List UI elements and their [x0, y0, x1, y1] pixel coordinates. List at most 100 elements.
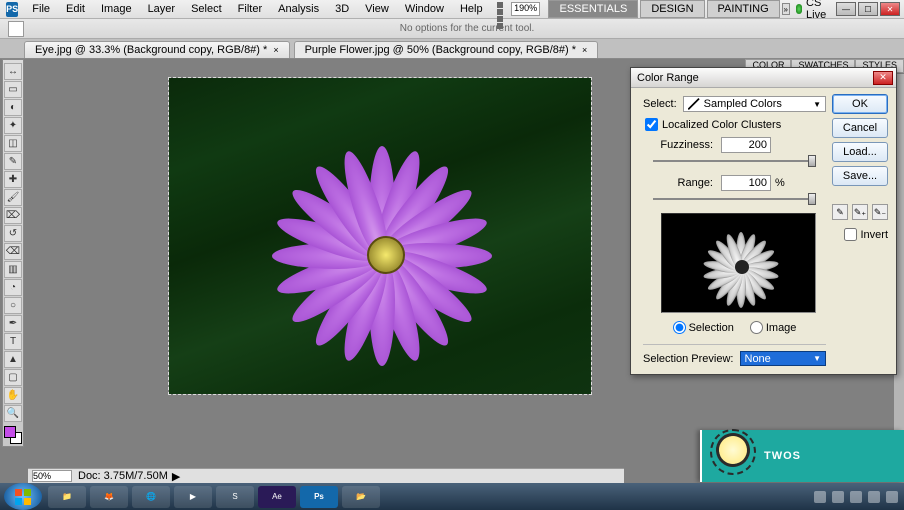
tools-panel: ↔ ▭ ◐ ✦ ◫ ✎ ✚ 🖌 ⌦ ↺ ⌫ ▥ ◔ ○ ✒ T ▲ ▢ ✋ 🔍	[2, 59, 24, 447]
crop-tool[interactable]: ◫	[4, 135, 22, 152]
zoom-tool[interactable]: 🔍	[4, 405, 22, 422]
clone-stamp-tool[interactable]: ⌦	[4, 207, 22, 224]
menu-select[interactable]: Select	[183, 1, 230, 17]
hand-tool[interactable]: ✋	[4, 387, 22, 404]
marquee-tool[interactable]: ▭	[4, 81, 22, 98]
maximize-button[interactable]: ☐	[858, 2, 878, 16]
task-explorer[interactable]: 📁	[48, 486, 86, 508]
range-slider[interactable]	[653, 193, 816, 205]
invert-checkbox-row: Invert	[844, 228, 888, 241]
selection-preview-dropdown[interactable]: None ▼	[740, 351, 827, 366]
dialog-close-button[interactable]: ✕	[873, 71, 893, 85]
path-selection-tool[interactable]: ▲	[4, 351, 22, 368]
workspace-essentials[interactable]: ESSENTIALS	[548, 0, 638, 18]
task-vlc[interactable]: ▶	[174, 486, 212, 508]
type-tool[interactable]: T	[4, 333, 22, 350]
task-firefox[interactable]: 🦊	[90, 486, 128, 508]
tray-icon[interactable]	[886, 491, 898, 503]
task-photoshop[interactable]: Ps	[300, 486, 338, 508]
pen-tool[interactable]: ✒	[4, 315, 22, 332]
invert-label: Invert	[860, 229, 888, 241]
tray-icon[interactable]	[868, 491, 880, 503]
tray-icon[interactable]	[850, 491, 862, 503]
invert-checkbox[interactable]	[844, 228, 857, 241]
watermark-text: TWOS	[764, 450, 801, 462]
chevron-down-icon: ▼	[813, 100, 821, 109]
fuzziness-slider[interactable]	[653, 155, 816, 167]
tray-icon[interactable]	[814, 491, 826, 503]
healing-brush-tool[interactable]: ✚	[4, 171, 22, 188]
close-tab-icon[interactable]: ×	[582, 45, 587, 55]
menu-analysis[interactable]: Analysis	[270, 1, 327, 17]
minimize-button[interactable]: —	[836, 2, 856, 16]
chevron-down-icon: ▼	[813, 354, 821, 363]
watermark: TWOS	[700, 430, 904, 482]
menu-help[interactable]: Help	[452, 1, 491, 17]
range-label: Range:	[653, 177, 713, 189]
document-tab-purple-flower-label: Purple Flower.jpg @ 50% (Background copy…	[305, 44, 576, 56]
workspace-chevron-icon[interactable]: »	[782, 3, 790, 15]
cancel-button[interactable]: Cancel	[832, 118, 888, 138]
ok-button[interactable]: OK	[832, 94, 888, 114]
workspace-design[interactable]: DESIGN	[640, 0, 704, 18]
radio-image[interactable]: Image	[750, 321, 797, 334]
brush-tool[interactable]: 🖌	[4, 189, 22, 206]
task-aftereffects[interactable]: Ae	[258, 486, 296, 508]
move-tool[interactable]: ↔	[4, 63, 22, 80]
select-dropdown[interactable]: Sampled Colors ▼	[683, 96, 826, 112]
start-button[interactable]	[4, 483, 42, 510]
range-field[interactable]	[721, 175, 771, 191]
menu-image[interactable]: Image	[93, 1, 140, 17]
dodge-tool[interactable]: ○	[4, 297, 22, 314]
launch-bridge-icon[interactable]	[497, 2, 506, 16]
select-label: Select:	[643, 98, 677, 110]
cslive-dot-icon	[796, 4, 802, 14]
shape-tool[interactable]: ▢	[4, 369, 22, 386]
workspace-painting[interactable]: PAINTING	[707, 0, 780, 18]
eraser-tool[interactable]: ⌫	[4, 243, 22, 260]
menu-window[interactable]: Window	[397, 1, 452, 17]
document-tab-eye[interactable]: Eye.jpg @ 33.3% (Background copy, RGB/8#…	[24, 41, 290, 58]
document-canvas[interactable]	[168, 77, 592, 395]
eyedropper-minus-icon[interactable]: ✎₋	[872, 204, 888, 220]
fuzziness-field[interactable]	[721, 137, 771, 153]
zoom-combo[interactable]: 190%	[511, 2, 540, 16]
lasso-tool[interactable]: ◐	[4, 99, 22, 116]
close-tab-icon[interactable]: ×	[273, 45, 278, 55]
menu-filter[interactable]: Filter	[230, 1, 270, 17]
task-chrome[interactable]: 🌐	[132, 486, 170, 508]
menu-layer[interactable]: Layer	[140, 1, 184, 17]
load-button[interactable]: Load...	[832, 142, 888, 162]
status-menu-icon[interactable]: ▶	[172, 470, 180, 483]
menu-file[interactable]: File	[24, 1, 58, 17]
document-tab-purple-flower[interactable]: Purple Flower.jpg @ 50% (Background copy…	[294, 41, 599, 58]
selection-preview-image	[661, 213, 816, 313]
cslive-button[interactable]: CS Live	[796, 0, 830, 21]
tray-icon[interactable]	[832, 491, 844, 503]
fuzziness-label: Fuzziness:	[653, 139, 713, 151]
menu-edit[interactable]: Edit	[58, 1, 93, 17]
eyedropper-tool[interactable]: ✎	[4, 153, 22, 170]
eyedropper-icon[interactable]: ✎	[832, 204, 848, 220]
save-button[interactable]: Save...	[832, 166, 888, 186]
current-tool-icon[interactable]	[8, 21, 24, 37]
task-skype[interactable]: S	[216, 486, 254, 508]
localized-checkbox[interactable]	[645, 118, 658, 131]
task-folder-open[interactable]: 📂	[342, 486, 380, 508]
eyedropper-buttons: ✎ ✎₊ ✎₋	[832, 204, 888, 220]
radio-selection[interactable]: Selection	[673, 321, 734, 334]
menu-view[interactable]: View	[357, 1, 397, 17]
menu-3d[interactable]: 3D	[327, 1, 357, 17]
options-bar: No options for the current tool.	[0, 19, 904, 39]
magic-wand-tool[interactable]: ✦	[4, 117, 22, 134]
history-brush-tool[interactable]: ↺	[4, 225, 22, 242]
close-button[interactable]: ✕	[880, 2, 900, 16]
zoom-field[interactable]	[32, 470, 72, 482]
color-swatches[interactable]	[4, 426, 22, 444]
eyedropper-plus-icon[interactable]: ✎₊	[852, 204, 868, 220]
app-logo: PS	[6, 2, 18, 17]
dialog-titlebar[interactable]: Color Range ✕	[631, 68, 896, 88]
range-unit: %	[775, 177, 785, 189]
blur-tool[interactable]: ◔	[4, 279, 22, 296]
gradient-tool[interactable]: ▥	[4, 261, 22, 278]
